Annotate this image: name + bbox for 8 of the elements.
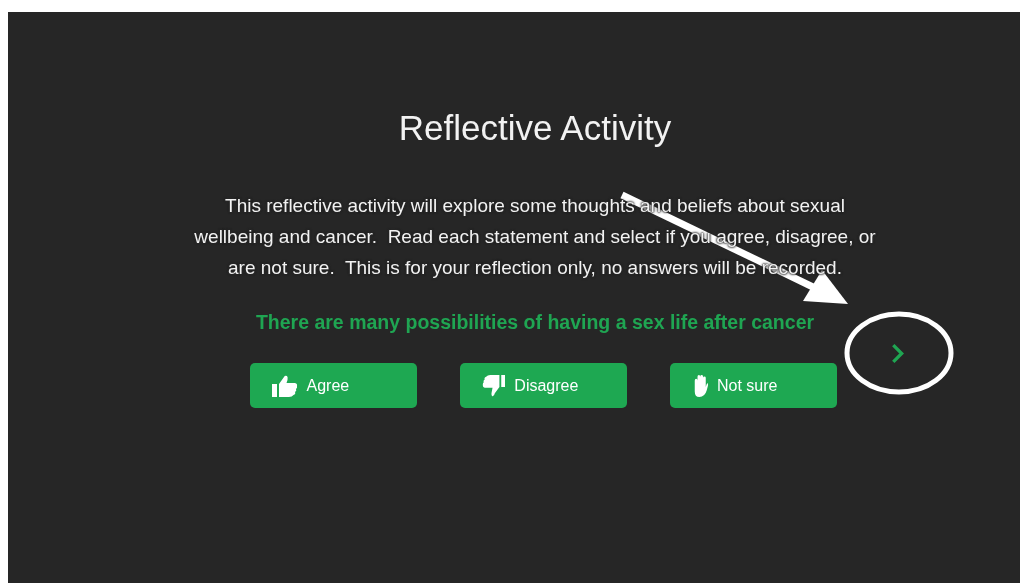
answer-button[interactable]: Agree: [249, 363, 417, 408]
chevron-right-icon: [890, 342, 904, 364]
statement-text: There are many possibilities of having a sex life after cancer: [255, 310, 815, 335]
thumbs-down-icon: [481, 374, 506, 397]
answer-button[interactable]: Not sure: [669, 363, 837, 408]
slide-title: Reflective Activity: [398, 107, 672, 149]
answer-button[interactable]: Disagree: [459, 363, 627, 408]
thumbs-up-icon: [271, 374, 298, 397]
